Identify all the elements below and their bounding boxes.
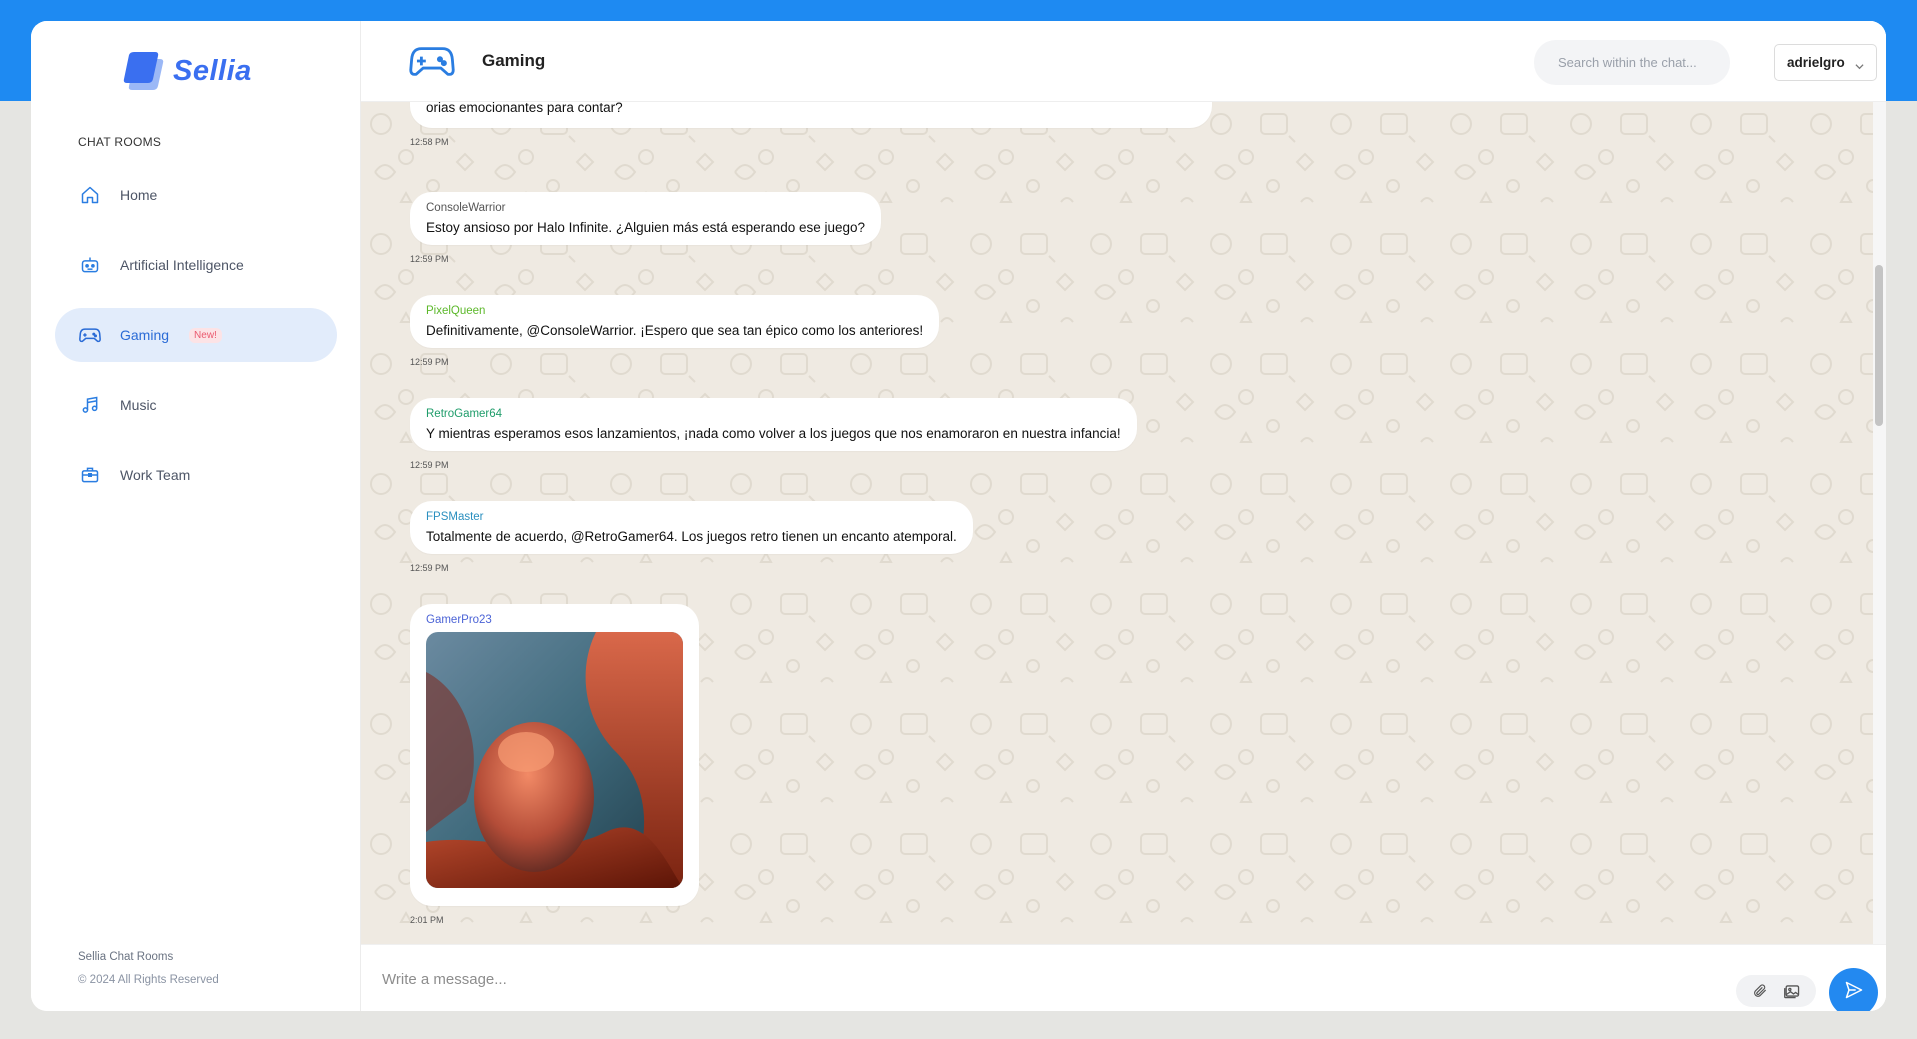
message-image[interactable] [426,632,683,888]
message-bubble: PixelQueen Definitivamente, @ConsoleWarr… [410,295,940,348]
logo-icon [121,51,165,91]
message-text: Totalmente de acuerdo, @RetroGamer64. Lo… [426,529,957,544]
attachment-buttons [1736,975,1816,1007]
message-sender: GamerPro23 [426,614,492,626]
scrollbar-thumb[interactable] [1875,265,1883,426]
message-item: ConsoleWarrior Estoy ansioso por Halo In… [410,192,882,264]
music-note-icon [79,394,101,416]
message-bubble: orias emocionantes para contar? [410,102,1212,128]
user-dropdown[interactable]: adrielgro [1774,44,1877,81]
message-item: PixelQueen Definitivamente, @ConsoleWarr… [410,295,940,367]
user-name: adrielgro [1787,55,1845,70]
message-item: GamerPro23 2:01 PM [410,604,699,925]
send-button[interactable] [1829,968,1878,1011]
message-composer [361,944,1886,1011]
briefcase-icon [79,464,101,486]
gamepad-icon [409,43,455,79]
gamepad-icon [79,324,101,346]
message-input[interactable] [382,963,1432,995]
message-text: Estoy ansioso por Halo Infinite. ¿Alguie… [426,220,866,235]
message-item: orias emocionantes para contar? 12:58 PM [410,102,1212,147]
chevron-down-icon [1855,59,1864,70]
search-input[interactable] [1534,40,1730,85]
message-text: Y mientras esperamos esos lanzamientos, … [426,426,1121,441]
message-sender: FPSMaster [426,511,484,523]
chat-messages: orias emocionantes para contar? 12:58 PM… [361,102,1873,944]
message-time: 12:59 PM [410,460,449,470]
message-sender: PixelQueen [426,305,486,317]
footer-copyright: © 2024 All Rights Reserved [78,974,219,986]
new-badge: New! [189,327,222,343]
sidebar: Sellia CHAT ROOMS Home Artificial Intell… [31,21,361,1011]
section-label: CHAT ROOMS [78,135,162,149]
sidebar-item-label: Home [120,187,158,203]
home-icon [79,184,101,206]
message-text: Definitivamente, @ConsoleWarrior. ¡Esper… [426,323,924,338]
sidebar-item-label: Work Team [120,467,191,483]
paperclip-icon[interactable] [1751,982,1769,1000]
send-icon [1844,980,1864,1005]
message-time: 12:59 PM [410,563,449,573]
page-title: Gaming [482,51,546,70]
image-icon[interactable] [1783,982,1801,1000]
sidebar-item-music[interactable]: Music [55,378,337,432]
message-sender: ConsoleWarrior [426,202,506,214]
message-bubble: RetroGamer64 Y mientras esperamos esos l… [410,398,1137,451]
app-window: Sellia CHAT ROOMS Home Artificial Intell… [31,21,1886,1011]
sidebar-item-work-team[interactable]: Work Team [55,448,337,502]
message-text: orias emocionantes para contar? [426,102,623,115]
message-time: 2:01 PM [410,915,444,925]
message-time: 12:59 PM [410,254,449,264]
message-bubble: FPSMaster Totalmente de acuerdo, @RetroG… [410,501,973,554]
message-bubble: ConsoleWarrior Estoy ansioso por Halo In… [410,192,882,245]
sidebar-item-label: Gaming [120,327,170,343]
message-item: RetroGamer64 Y mientras esperamos esos l… [410,398,1137,470]
sidebar-item-label: Artificial Intelligence [120,257,244,273]
message-item: FPSMaster Totalmente de acuerdo, @RetroG… [410,501,973,573]
chat-main: Gaming adrielgro [361,21,1886,1011]
chat-header: Gaming adrielgro [361,21,1886,102]
sidebar-item-home[interactable]: Home [55,168,337,222]
footer-title: Sellia Chat Rooms [78,951,174,963]
message-time: 12:58 PM [410,137,449,147]
message-time: 12:59 PM [410,357,449,367]
sidebar-item-gaming[interactable]: Gaming New! [55,308,337,362]
chat-scrollbar[interactable] [1873,102,1886,944]
sidebar-footer: Sellia Chat Rooms © 2024 All Rights Rese… [78,951,219,986]
sidebar-item-label: Music [120,397,157,413]
robot-icon [79,254,101,276]
message-sender: RetroGamer64 [426,408,503,420]
message-bubble: GamerPro23 [410,604,699,906]
chat-rooms-nav: Home Artificial Intelligence Gaming New! [55,168,337,518]
brand-name: Sellia [173,54,252,87]
sidebar-item-artificial-intelligence[interactable]: Artificial Intelligence [55,238,337,292]
brand-logo[interactable]: Sellia [121,51,252,91]
